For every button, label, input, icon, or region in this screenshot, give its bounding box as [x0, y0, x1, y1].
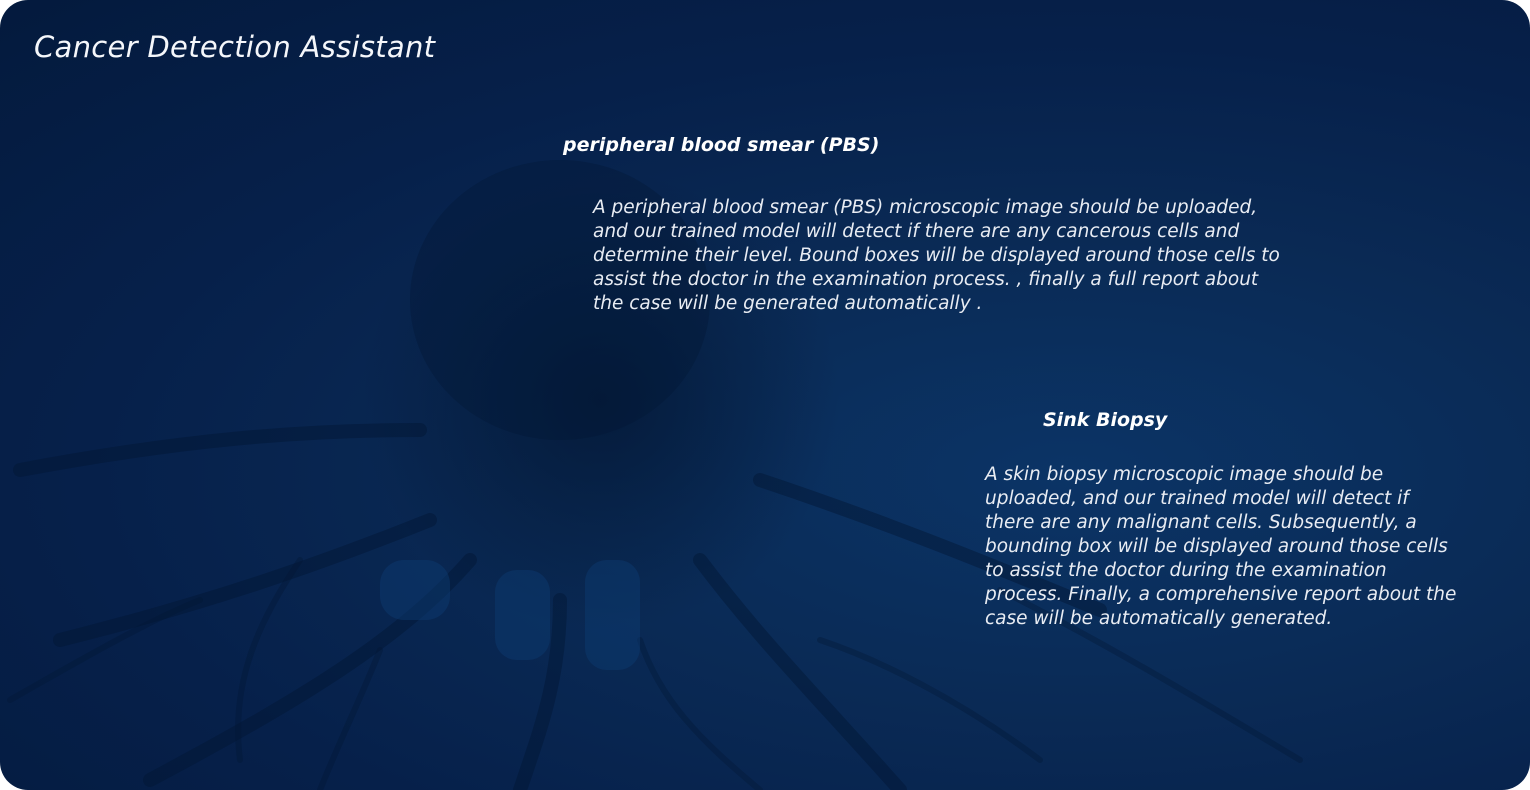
pbs-section-title: peripheral blood smear (PBS) [563, 134, 880, 156]
background-cell-illustration [7, 160, 1303, 790]
pbs-section-description: A peripheral blood smear (PBS) microscop… [593, 197, 1280, 314]
app-title: Cancer Detection Assistant [34, 30, 436, 64]
main-panel: Cancer Detection Assistant peripheral bl… [0, 0, 1530, 790]
skin-biopsy-section-title: Sink Biopsy [1043, 409, 1168, 431]
skin-biopsy-section-description: A skin biopsy microscopic image should b… [985, 464, 1457, 629]
